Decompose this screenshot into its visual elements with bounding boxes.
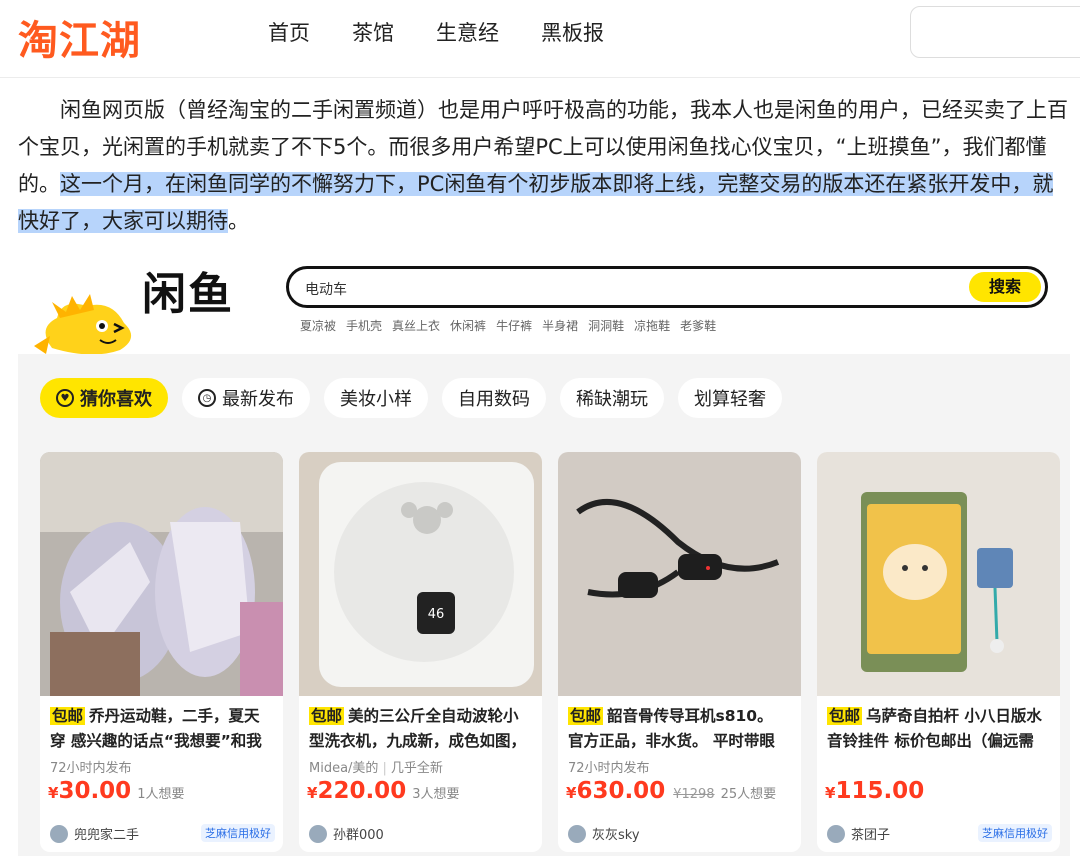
category-tabs: ♥ 猜你喜欢 ◷ 最新发布 美妆小样 自用数码 稀缺潮玩 划算轻奢 [40,378,782,418]
tab-label: 自用数码 [458,389,530,410]
avatar [827,824,845,843]
product-meta: 72小时内发布 [50,757,132,776]
nav-item-business[interactable]: 生意经 [436,17,499,47]
hot-word[interactable]: 手机壳 [346,317,382,334]
product-price: ¥30.00 1人想要 [48,778,184,804]
product-meta: Midea/美的 | 几乎全新 [309,761,443,776]
hot-word[interactable]: 凉拖鞋 [634,317,670,334]
hot-word[interactable]: 夏凉被 [300,317,336,334]
hot-word[interactable]: 休闲裤 [450,317,486,334]
article-text-selected: 这一个月，在闲鱼同学的不懈努力下，PC闲鱼有个初步版本即将上线，完整交易的版本还… [18,172,1054,233]
xianyu-search-bar[interactable]: 电动车 搜索 [286,266,1048,308]
hot-word[interactable]: 老爹鞋 [680,317,716,334]
product-price: ¥220.00 3人想要 [307,778,459,804]
tab-toys[interactable]: 稀缺潮玩 [560,378,664,418]
credit-badge: 芝麻信用极好 [978,824,1052,842]
fish-mascot-icon [34,294,132,355]
tab-luxury[interactable]: 划算轻奢 [678,378,782,418]
product-card[interactable]: 包邮 韶音骨传导耳机s810。 官方正品，非水货。 平时带眼 72小时内发布 ¥6… [558,452,801,852]
hot-word[interactable]: 半身裙 [542,317,578,334]
price-value: 115.00 [835,778,925,804]
seller-info[interactable]: 孙群000 [309,824,384,843]
xianyu-feed: ♥ 猜你喜欢 ◷ 最新发布 美妆小样 自用数码 稀缺潮玩 划算轻奢 包邮 乔丹运… [18,354,1070,856]
price-value: 630.00 [576,778,666,804]
product-price: ¥630.00 ¥1298 25人想要 [566,778,776,804]
site-header: 淘江湖 首页 茶馆 生意经 黑板报 [0,0,1080,78]
currency-symbol: ¥ [307,784,318,802]
product-price: ¥115.00 [825,778,924,804]
product-meta: 72小时内发布 [568,757,650,776]
want-count: 1人想要 [137,787,185,802]
hot-word[interactable]: 牛仔裤 [496,317,532,334]
price-value: 30.00 [58,778,132,804]
hot-word[interactable]: 真丝上衣 [392,317,440,334]
avatar [309,824,327,843]
seller-info[interactable]: 茶团子 [827,824,890,843]
product-title[interactable]: 包邮 美的三公斤全自动波轮小型洗衣机，九成新，成色如图， [309,704,533,754]
currency-symbol: ¥ [566,784,577,802]
brand: Midea/美的 [309,761,379,776]
price-value: 220.00 [317,778,407,804]
credit-badge: 芝麻信用极好 [201,824,275,842]
xianyu-screenshot: 闲鱼 电动车 搜索 夏凉被 手机壳 真丝上衣 休闲裤 牛仔裤 半身裙 洞洞鞋 凉… [18,242,1070,856]
seller-name: 孙群000 [333,828,384,843]
publish-time: 72小时内发布 [568,761,650,776]
product-title[interactable]: 包邮 乌萨奇自拍杆 小八日版水音铃挂件 标价包邮出（偏远需 [827,704,1051,754]
product-image[interactable] [817,452,1060,696]
tab-label: 稀缺潮玩 [576,389,648,410]
tab-latest[interactable]: ◷ 最新发布 [182,378,310,418]
nav-item-blackboard[interactable]: 黑板报 [541,17,604,47]
free-shipping-tag: 包邮 [309,707,345,725]
article-paragraph: 闲鱼网页版（曾经淘宝的二手闲置频道）也是用户呼吁极高的功能，我本人也是闲鱼的用户… [18,92,1068,240]
seller-info[interactable]: 灰灰sky [568,824,640,843]
seller-name: 兜兜家二手 [74,828,140,843]
publish-time: 72小时内发布 [50,761,132,776]
search-button[interactable]: 搜索 [969,272,1041,302]
tab-guess-you-like[interactable]: ♥ 猜你喜欢 [40,378,168,418]
product-title[interactable]: 包邮 乔丹运动鞋，二手，夏天穿 感兴趣的话点“我想要”和我 [50,704,274,754]
search-input[interactable]: 电动车 [305,279,347,299]
xianyu-logo[interactable]: 闲鱼 [142,258,234,322]
product-card[interactable]: 包邮 乔丹运动鞋，二手，夏天穿 感兴趣的话点“我想要”和我 72小时内发布 ¥30… [40,452,283,852]
hot-word[interactable]: 洞洞鞋 [588,317,624,334]
xianyu-header: 闲鱼 电动车 搜索 夏凉被 手机壳 真丝上衣 休闲裤 牛仔裤 半身裙 洞洞鞋 凉… [18,242,1070,355]
product-image[interactable]: 46 [299,452,542,696]
currency-symbol: ¥ [825,784,836,802]
clock-icon: ◷ [198,389,216,407]
tab-label: 最新发布 [222,389,294,410]
free-shipping-tag: 包邮 [50,707,86,725]
original-price: ¥1298 [673,787,715,802]
svg-text:46: 46 [428,607,445,622]
tab-digital[interactable]: 自用数码 [442,378,546,418]
tab-label: 猜你喜欢 [80,389,152,410]
article-text-end: 。 [228,209,249,233]
free-shipping-tag: 包邮 [568,707,604,725]
tab-label: 美妆小样 [340,389,412,410]
nav-item-teahouse[interactable]: 茶馆 [352,17,394,47]
currency-symbol: ¥ [48,784,59,802]
seller-name: 灰灰sky [592,828,640,843]
heart-icon: ♥ [56,389,74,407]
site-logo[interactable]: 淘江湖 [18,8,141,66]
want-count: 3人想要 [412,787,460,802]
hot-words: 夏凉被 手机壳 真丝上衣 休闲裤 牛仔裤 半身裙 洞洞鞋 凉拖鞋 老爹鞋 [300,317,716,334]
tab-label: 划算轻奢 [694,389,766,410]
product-title[interactable]: 包邮 韶音骨传导耳机s810。 官方正品，非水货。 平时带眼 [568,704,792,754]
avatar [50,824,68,843]
want-count: 25人想要 [720,787,777,802]
product-image[interactable] [558,452,801,696]
product-image[interactable] [40,452,283,696]
tab-beauty-samples[interactable]: 美妆小样 [324,378,428,418]
product-card[interactable]: 包邮 乌萨奇自拍杆 小八日版水音铃挂件 标价包邮出（偏远需 ¥115.00 茶团子… [817,452,1060,852]
nav-item-home[interactable]: 首页 [268,17,310,47]
product-card[interactable]: 46 包邮 美的三公斤全自动波轮小型洗衣机，九成新，成色如图， Midea/美的 |… [299,452,542,852]
seller-name: 茶团子 [851,828,891,843]
free-shipping-tag: 包邮 [827,707,863,725]
seller-info[interactable]: 兜兜家二手 [50,824,139,843]
main-nav: 首页 茶馆 生意经 黑板报 [268,17,646,47]
header-search-input[interactable] [910,6,1080,58]
product-cards: 包邮 乔丹运动鞋，二手，夏天穿 感兴趣的话点“我想要”和我 72小时内发布 ¥30… [40,452,1060,852]
avatar [568,824,586,843]
condition: 几乎全新 [390,761,443,776]
